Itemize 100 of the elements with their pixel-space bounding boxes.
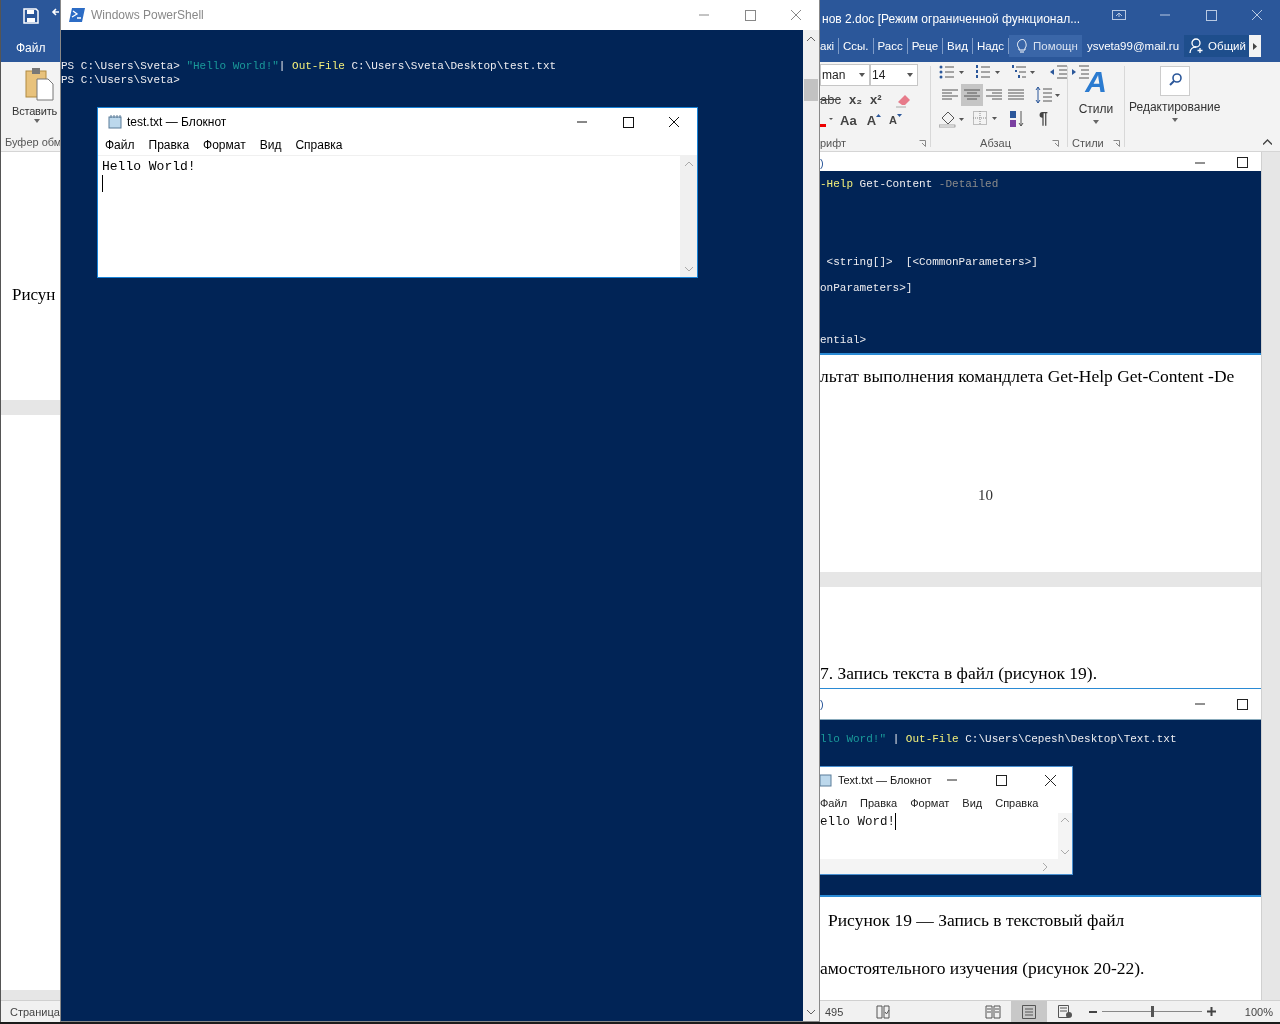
undo-icon[interactable] bbox=[51, 6, 59, 18]
shading-icon[interactable] bbox=[939, 110, 965, 128]
zoom-level[interactable]: 100% bbox=[1244, 1005, 1273, 1018]
read-view-icon bbox=[984, 1004, 1001, 1019]
caret-icon[interactable] bbox=[859, 73, 865, 77]
window-title: Windows PowerShell bbox=[91, 8, 204, 22]
document-title: нов 2.doc [Режим ограниченной функционал... bbox=[822, 12, 1081, 26]
maximize-icon bbox=[1237, 157, 1248, 168]
caret-icon[interactable] bbox=[907, 73, 913, 77]
paragraph: 7. Запись текста в файл (рисунок 19). bbox=[820, 663, 1099, 684]
dialog-launcher-icon[interactable] bbox=[919, 139, 926, 147]
search-icon bbox=[1159, 66, 1190, 96]
align-center-icon bbox=[964, 89, 980, 101]
menu-item[interactable]: Правка bbox=[148, 138, 190, 155]
align-right-icon bbox=[986, 89, 1002, 101]
scroll-down-icon bbox=[1061, 850, 1069, 855]
subscript-button[interactable]: x₂ bbox=[848, 91, 862, 107]
ribbon-tab[interactable]: Вид bbox=[943, 38, 973, 54]
ribbon-tab[interactable]: Ссы. bbox=[839, 38, 874, 54]
figure-caption: льтат выполнения командлета Get-Help Get-Content -De bbox=[820, 366, 1236, 387]
scroll-down-icon[interactable] bbox=[807, 1010, 815, 1015]
menu-item[interactable]: Формат bbox=[203, 138, 246, 155]
styles-button[interactable]: A Стили bbox=[1078, 62, 1114, 124]
menu-item[interactable]: Файл bbox=[105, 138, 135, 155]
dialog-launcher-icon[interactable] bbox=[1052, 139, 1059, 147]
multilevel-list-icon[interactable] bbox=[1011, 64, 1037, 80]
web-view-icon bbox=[1056, 1004, 1073, 1019]
minimize-icon bbox=[1195, 161, 1205, 164]
editing-button[interactable]: Редактирование bbox=[1129, 62, 1221, 122]
strikethrough-button[interactable]: abc bbox=[820, 91, 841, 107]
scroll-up-icon bbox=[1061, 817, 1069, 822]
window-title: ) bbox=[820, 698, 824, 710]
decrease-indent-icon[interactable] bbox=[1049, 65, 1067, 79]
powershell-icon bbox=[69, 8, 85, 22]
console-line: onParameters>] bbox=[820, 281, 914, 296]
font-size-field[interactable]: 14 bbox=[872, 68, 886, 82]
sort-icon[interactable] bbox=[1009, 110, 1025, 128]
save-icon[interactable] bbox=[23, 8, 39, 24]
print-view-button[interactable] bbox=[1010, 1000, 1047, 1022]
console-line: PS C:\Users\Sveta> "Hello World!"| Out-File C:\Users\Sveta\Desktop\test.txt bbox=[61, 59, 558, 73]
align-left-icon bbox=[942, 89, 958, 101]
group-label: рифт bbox=[820, 137, 847, 149]
console-line: llo Word!" | Out-File C:\Users\Cepesh\Desktop\Text.txt bbox=[820, 733, 1178, 746]
text-area[interactable]: Hello World! bbox=[98, 156, 680, 277]
align-justify-icon bbox=[1008, 89, 1024, 101]
paste-icon[interactable] bbox=[25, 67, 55, 101]
scroll-right-icon[interactable] bbox=[1252, 42, 1257, 50]
scroll-thumb[interactable] bbox=[804, 79, 818, 101]
dialog-launcher-icon[interactable] bbox=[1113, 139, 1120, 147]
document-text: Рисун bbox=[12, 285, 56, 305]
zoom-in-icon[interactable] bbox=[1206, 1007, 1216, 1016]
person-icon bbox=[1189, 38, 1206, 54]
page-count: Страница bbox=[10, 1005, 60, 1018]
group-label: Буфер обм bbox=[5, 136, 60, 148]
ribbon-tab[interactable]: акі bbox=[820, 38, 839, 54]
close-icon bbox=[1045, 774, 1056, 786]
paragraph: амостоятельного изучения (рисунок 20-22). bbox=[820, 958, 1146, 979]
zoom-out-icon[interactable] bbox=[1088, 1010, 1097, 1013]
scrollbar[interactable] bbox=[803, 30, 819, 1021]
page-number: 10 bbox=[978, 487, 994, 504]
numbered-list-icon[interactable] bbox=[975, 64, 1001, 80]
window-title: ) bbox=[820, 156, 824, 169]
console-line: PS C:\Users\Sveta> bbox=[61, 73, 181, 87]
show-formatting-button[interactable]: ¶ bbox=[1039, 110, 1048, 128]
superscript-button[interactable]: x² bbox=[870, 91, 882, 107]
menu-item[interactable]: Справка bbox=[295, 138, 343, 155]
caret-icon bbox=[1171, 118, 1178, 122]
console-line: <string[]> [<CommonParameters>] bbox=[825, 255, 1039, 270]
borders-icon[interactable] bbox=[973, 111, 999, 127]
scroll-up-icon[interactable] bbox=[807, 36, 815, 41]
caret-icon bbox=[1093, 120, 1099, 124]
shrink-font-button[interactable]: A bbox=[889, 114, 897, 126]
lightbulb-icon bbox=[1017, 39, 1028, 53]
maximize-icon bbox=[996, 774, 1007, 786]
share-button[interactable]: Общий bbox=[1184, 35, 1249, 57]
collapse-ribbon-icon[interactable] bbox=[1263, 139, 1272, 145]
window-title: Text.txt — Блокнот bbox=[838, 774, 932, 786]
group-label: Абзац bbox=[980, 137, 1011, 149]
group-label: Стили bbox=[1072, 137, 1104, 149]
minimize-icon bbox=[1195, 703, 1205, 705]
scroll-right-icon bbox=[1043, 862, 1048, 871]
window-title: test.txt — Блокнот bbox=[127, 115, 227, 129]
console-line: -Help Get-Content -Detailed bbox=[820, 177, 1000, 192]
proofing-icon[interactable] bbox=[876, 1004, 891, 1019]
caret-icon[interactable] bbox=[34, 119, 40, 123]
account-name[interactable]: ysveta99@mail.ru bbox=[1086, 30, 1180, 62]
paste-label[interactable]: Вставить bbox=[12, 105, 58, 117]
grow-font-button[interactable]: A bbox=[866, 112, 876, 128]
text-area: ello Word! bbox=[820, 813, 1058, 859]
figure-caption: Рисунок 19 — Запись в текстовый файл bbox=[828, 910, 1126, 931]
tell-me-field[interactable]: Помощн bbox=[1009, 35, 1082, 57]
down-triangle-icon bbox=[896, 114, 902, 117]
ribbon-tab[interactable]: Реце bbox=[907, 38, 944, 54]
ribbon-tab[interactable]: Расс bbox=[873, 38, 908, 54]
change-case-button[interactable]: Aa bbox=[840, 112, 857, 128]
line-spacing-icon[interactable] bbox=[1035, 86, 1061, 104]
bullet-list-icon[interactable] bbox=[939, 64, 965, 80]
print-view-icon bbox=[1020, 1004, 1037, 1019]
menu-item[interactable]: Вид bbox=[259, 138, 282, 155]
notepad-icon bbox=[108, 115, 122, 129]
